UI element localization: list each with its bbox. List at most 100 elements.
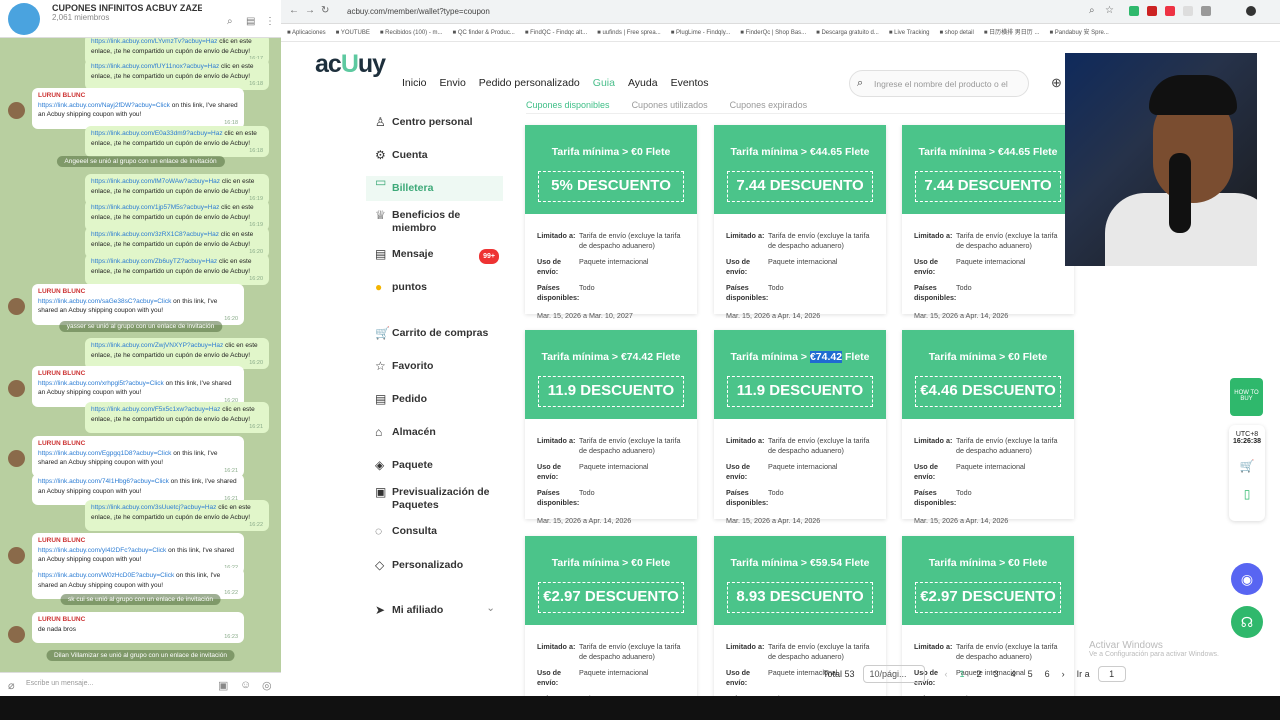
message-link[interactable]: https://link.acbuy.com/ZwjVNXYP?acbuy=Ha… — [91, 342, 223, 349]
avatar[interactable] — [8, 102, 25, 119]
reload-icon[interactable]: ↻ — [321, 5, 329, 16]
page-5[interactable]: 5 — [1028, 669, 1033, 679]
chat-message[interactable]: LURUN BLUNC https://link.acbuy.com/xrhpgl… — [32, 366, 244, 407]
message-link[interactable]: https://link.acbuy.com/E0a33dm9?acbuy=Ha… — [91, 130, 223, 137]
bookmark-star-icon[interactable]: ☆ — [1105, 5, 1114, 16]
bookmark-item[interactable]: Aplicaciones — [287, 30, 326, 36]
sidebar-item-consulta[interactable]: ◌ Consulta — [366, 525, 503, 538]
bookmark-item[interactable]: PlugLime - Findqly... — [671, 30, 731, 36]
chat-message[interactable]: LURUN BLUNC https://link.acbuy.com/Egpgq1… — [32, 436, 244, 477]
tab-1[interactable]: Cupones utilizados — [632, 100, 708, 110]
url-field[interactable]: acbuy.com/member/wallet?type=coupon — [337, 3, 1097, 21]
sidebar-item-personalizado[interactable]: ◇ Personalizado — [366, 559, 503, 572]
message-link[interactable]: https://link.acbuy.com/3zRX1C8?acbuy=Haz — [91, 231, 219, 238]
message-link[interactable]: https://link.acbuy.com/yI4l2DFc?acbuy=Cl… — [38, 547, 166, 554]
acbuy-logo[interactable]: acUuy — [315, 50, 386, 79]
message-link[interactable]: https://link.acbuy.com/1jp57M5s?acbuy=Ha… — [91, 204, 219, 211]
how-to-buy-button[interactable]: HOW TO BUY — [1230, 378, 1263, 416]
message-link[interactable]: https://link.acbuy.com/xrhpgl5t?acbuy=Cl… — [38, 380, 164, 387]
sidebar-item-pedido[interactable]: ▤ Pedido — [366, 393, 503, 406]
coupon-card[interactable]: Tarifa mínima > €44.65 Flete 7.44 DESCUEN… — [714, 125, 886, 320]
sidebar-item-paquete[interactable]: ◈ Paquete — [366, 459, 503, 472]
message-link[interactable]: https://link.acbuy.com/Zb6uyTZ?acbuy=Haz — [91, 258, 217, 265]
message-link[interactable]: https://link.acbuy.com/saGe38sC?acbuy=Cl… — [38, 298, 171, 305]
sidebar-item-mi-afiliado[interactable]: ➤ Mi afiliado ⌄ — [366, 602, 503, 617]
extension-icon[interactable] — [1165, 6, 1175, 16]
microphone-icon[interactable]: ◎ — [262, 679, 272, 692]
sidebar-item-centro-personal[interactable]: ♙ Centro personal — [366, 116, 503, 129]
sidebar-item-almacen[interactable]: ⌂ Almacén — [366, 426, 503, 439]
search-input[interactable]: ⌕ Ingrese el nombre del producto o el — [849, 70, 1029, 97]
chat-message[interactable]: https://link.acbuy.com/ZwjVNXYP?acbuy=Ha… — [85, 338, 269, 369]
bookmark-item[interactable]: shop detail — [940, 30, 974, 36]
chat-message[interactable]: LURUN BLUNC de nada bros 16:23 — [32, 612, 244, 643]
search-icon[interactable]: ⌕ — [227, 16, 233, 27]
extension-icon[interactable] — [1129, 6, 1139, 16]
nav-pedido-personalizado[interactable]: Pedido personalizado — [479, 77, 580, 89]
prev-page-icon[interactable]: ‹ — [945, 669, 948, 679]
message-link[interactable]: https://link.acbuy.com/fUY11nox?acbuy=Ha… — [91, 63, 219, 70]
support-headset-icon[interactable]: ☊ — [1231, 606, 1263, 638]
bookmark-item[interactable]: uufinds | Free sprea... — [597, 30, 661, 36]
sidebar-item-puntos[interactable]: ● puntos — [366, 281, 503, 294]
sidebar-item-beneficios[interactable]: ♕ Beneficios de miembro — [366, 209, 503, 235]
nav-inicio[interactable]: Inicio — [402, 77, 427, 89]
sidebar-item-cuenta[interactable]: ⚙ Cuenta — [366, 149, 503, 162]
extensions-puzzle-icon[interactable] — [1201, 6, 1211, 16]
chat-message[interactable]: https://link.acbuy.com/F5x5c1xw?acbuy=Ha… — [85, 402, 269, 433]
tab-2[interactable]: Cupones expirados — [730, 100, 808, 110]
coupon-card[interactable]: Tarifa mínima > €74.42 Flete 11.9 DESCUEN… — [525, 330, 697, 525]
emoji-icon[interactable]: ☺ — [240, 679, 251, 691]
nav-envio[interactable]: Envio — [440, 77, 466, 89]
chat-message[interactable]: LURUN BLUNC https://link.acbuy.com/saGe38… — [32, 284, 244, 325]
more-icon[interactable]: ⋮ — [265, 16, 275, 27]
sidebar-item-previsualizacion[interactable]: ▣ Previsualización de Paquetes — [366, 486, 503, 512]
message-link[interactable]: https://link.acbuy.com/F5x5c1xw?acbuy=Ha… — [91, 406, 220, 413]
sidebar-item-carrito[interactable]: 🛒 Carrito de compras — [366, 327, 503, 340]
sidebar-toggle-icon[interactable]: ▤ — [246, 16, 255, 27]
message-link[interactable]: https://link.acbuy.com/74I1Hbg6?acbuy=Cl… — [38, 478, 169, 485]
chat-message[interactable]: https://link.acbuy.com/Zb6uyTZ?acbuy=Haz… — [85, 254, 269, 285]
message-link[interactable]: https://link.acbuy.com/LYvmzTv?acbuy=Haz — [91, 38, 217, 45]
extension-icon[interactable] — [1147, 6, 1157, 16]
cart-icon[interactable]: 🛒 — [1229, 459, 1265, 473]
extension-icon[interactable] — [1183, 6, 1193, 16]
next-page-icon[interactable]: › — [1062, 669, 1065, 679]
chat-header[interactable]: CUPONES INFINITOS ACBUY ZAZERR 2,061 mie… — [0, 0, 281, 38]
per-page-select[interactable]: 10/pági... — [862, 665, 925, 683]
profile-icon[interactable] — [1246, 6, 1256, 16]
sidebar-item-favorito[interactable]: ☆ Favorito — [366, 360, 503, 373]
goto-input[interactable]: 1 — [1097, 666, 1126, 682]
tab-0[interactable]: Cupones disponibles — [526, 100, 610, 110]
coupon-card[interactable]: Tarifa mínima > €0 Flete €4.46 DESCUENTO L… — [902, 330, 1074, 525]
page-6[interactable]: 6 — [1045, 669, 1050, 679]
nav-eventos[interactable]: Eventos — [671, 77, 709, 89]
page-1[interactable]: 1 — [960, 669, 965, 679]
chat-message[interactable]: LURUN BLUNC https://link.acbuy.com/Nayj2f… — [32, 88, 244, 129]
avatar[interactable] — [8, 298, 25, 315]
discord-icon[interactable]: ◉ — [1231, 563, 1263, 595]
nav-guia[interactable]: Guia — [593, 77, 615, 89]
coupon-card[interactable]: Tarifa mínima > €74.42 Flete 11.9 DESCUEN… — [714, 330, 886, 525]
attach-icon[interactable]: ⌀ — [8, 679, 15, 692]
avatar[interactable] — [8, 380, 25, 397]
language-globe-icon[interactable]: ⊕ — [1051, 75, 1062, 91]
forward-icon[interactable]: → — [305, 5, 315, 16]
page-3[interactable]: 3 — [994, 669, 999, 679]
bookmark-item[interactable]: 日历横排 男日历 ... — [984, 30, 1040, 36]
back-icon[interactable]: ← — [289, 5, 299, 16]
page-2[interactable]: 2 — [977, 669, 982, 679]
avatar[interactable] — [8, 450, 25, 467]
nav-ayuda[interactable]: Ayuda — [628, 77, 658, 89]
coupon-card[interactable]: Tarifa mínima > €0 Flete €2.97 DESCUENTO L… — [525, 536, 697, 696]
chat-message[interactable]: https://link.acbuy.com/fUY11nox?acbuy=Ha… — [85, 59, 269, 90]
page-4[interactable]: 4 — [1011, 669, 1016, 679]
bookmark-item[interactable]: FindQC - Findqc alt... — [525, 30, 587, 36]
message-link[interactable]: https://link.acbuy.com/Nayj2fDW?acbuy=Cl… — [38, 102, 170, 109]
chat-message[interactable]: https://link.acbuy.com/3sUuetcj?acbuy=Ha… — [85, 500, 269, 531]
message-link[interactable]: https://link.acbuy.com/lM7oWAw?acbuy=Haz — [91, 178, 220, 185]
bookmark-item[interactable]: YOUTUBE — [336, 30, 370, 36]
avatar[interactable] — [8, 547, 25, 564]
coupon-card[interactable]: Tarifa mínima > €0 Flete 5% DESCUENTO Limi… — [525, 125, 697, 320]
bookmark-item[interactable]: QC finder & Produc... — [453, 30, 515, 36]
